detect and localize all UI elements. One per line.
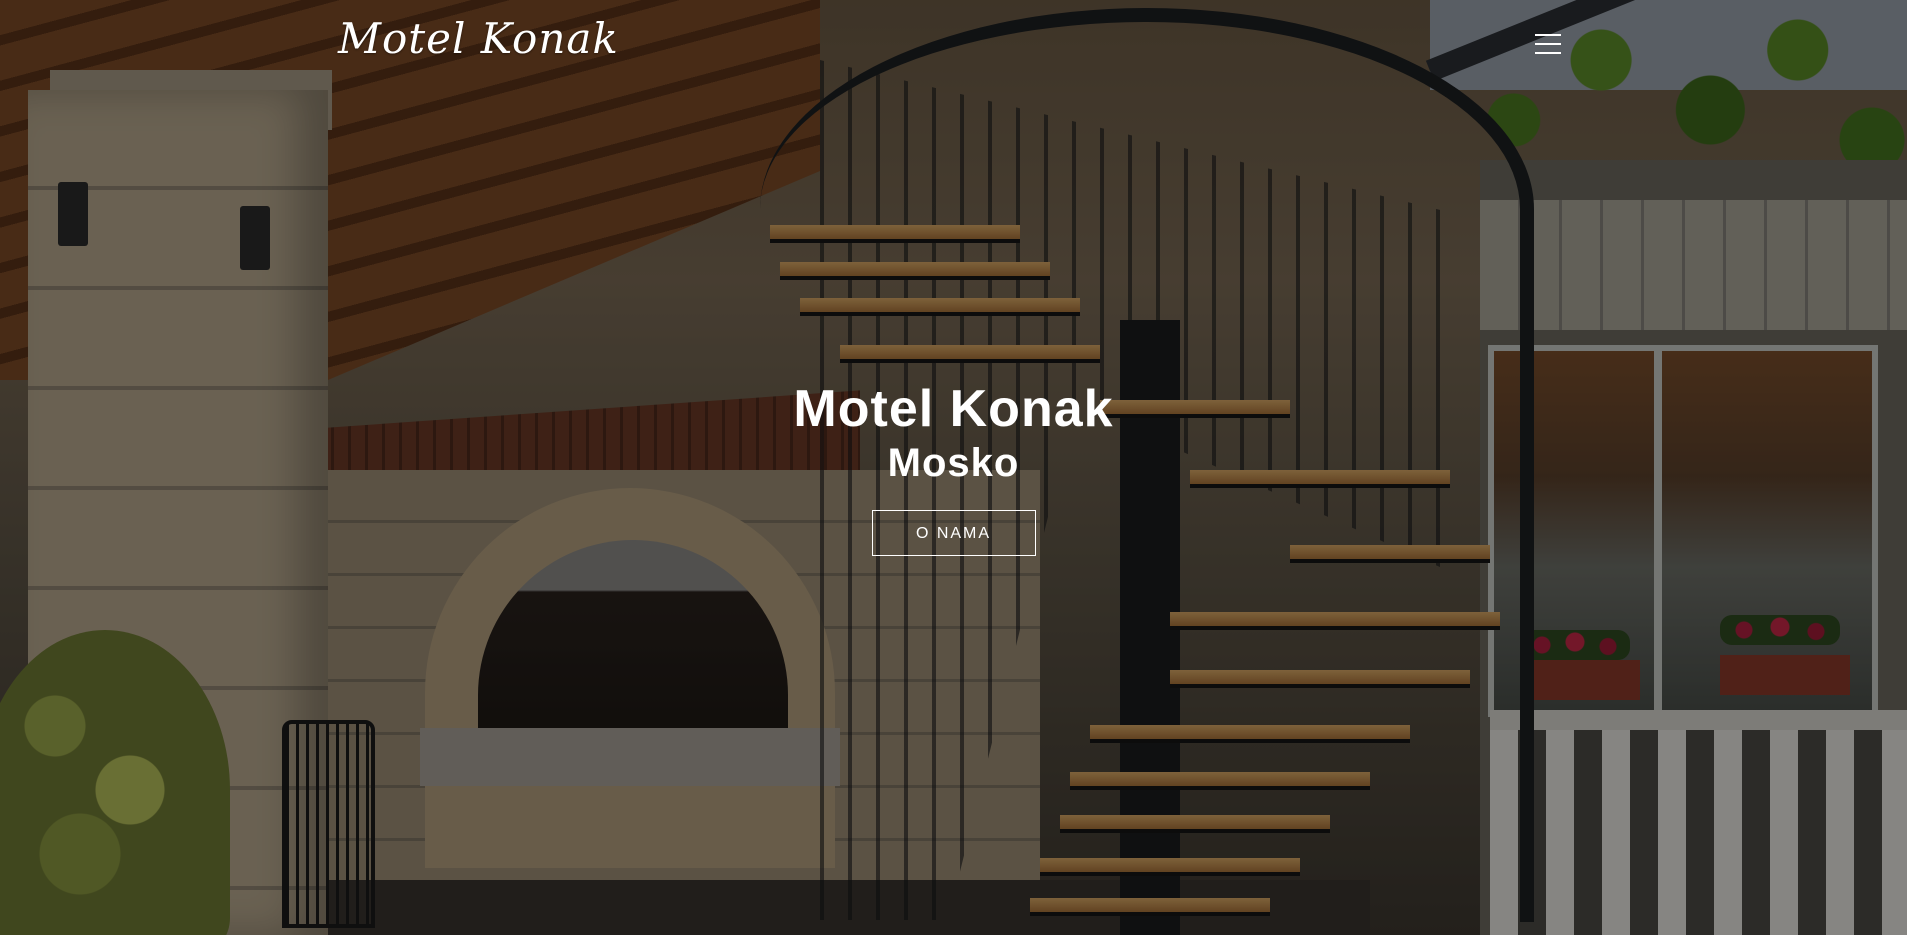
hamburger-menu-icon[interactable] [1533,32,1565,56]
hero-section: Motel Konak Motel Konak Mosko O NAMA [0,0,1907,935]
menu-line [1535,52,1561,54]
menu-line [1535,43,1561,45]
about-us-button[interactable]: O NAMA [871,510,1036,556]
menu-line [1535,34,1561,36]
brand-logo[interactable]: Motel Konak [338,14,619,63]
hero-content: Motel Konak Mosko O NAMA [0,380,1907,556]
hero-subtitle: Mosko [887,441,1020,485]
hero-title: Motel Konak [793,380,1114,438]
